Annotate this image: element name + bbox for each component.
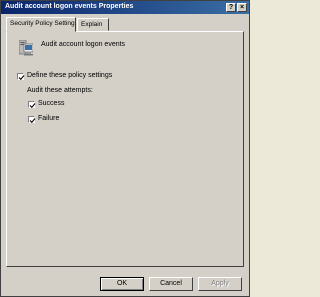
tab-explain[interactable]: Explain [77, 18, 109, 31]
failure-checkbox[interactable] [28, 116, 36, 124]
define-policy-checkbox[interactable] [17, 73, 25, 81]
cancel-button[interactable]: Cancel [149, 277, 193, 291]
help-button[interactable]: ? [226, 3, 236, 12]
policy-name: Audit account logon events [41, 41, 126, 48]
success-label[interactable]: Success [38, 100, 64, 107]
define-policy-label[interactable]: Define these policy settings [27, 72, 112, 79]
close-button[interactable]: × [237, 3, 247, 12]
properties-dialog: Audit account logon events Properties ? … [0, 0, 250, 297]
window-title: Audit account logon events Properties [5, 3, 134, 10]
failure-label[interactable]: Failure [38, 115, 59, 122]
audit-attempts-label: Audit these attempts: [27, 87, 93, 94]
ok-button[interactable]: OK [100, 277, 144, 291]
tab-panel: Audit account logon events Define these … [6, 31, 244, 267]
title-bar[interactable]: Audit account logon events Properties ? … [1, 1, 249, 14]
apply-button[interactable]: Apply [198, 277, 242, 291]
success-checkbox[interactable] [28, 101, 36, 109]
tab-security-policy-setting[interactable]: Security Policy Setting [6, 17, 76, 32]
policy-computer-icon [18, 39, 34, 56]
